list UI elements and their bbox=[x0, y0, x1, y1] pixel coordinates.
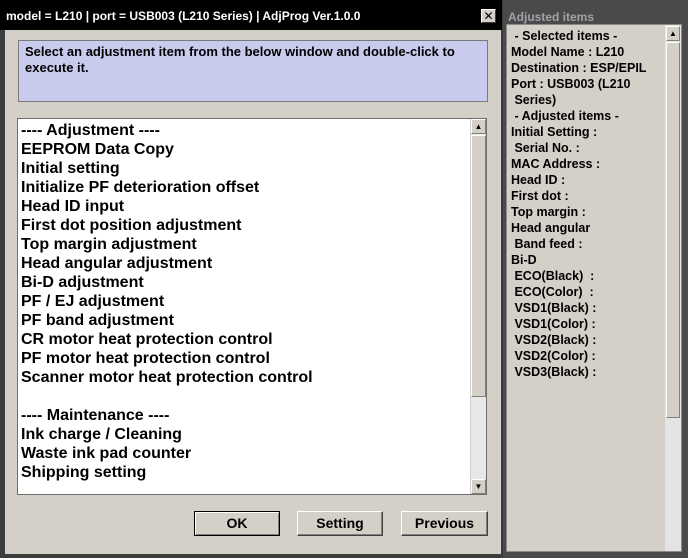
side-scroll-up-icon[interactable]: ▲ bbox=[666, 26, 680, 41]
adjusted-item-line: Top margin : bbox=[511, 205, 586, 219]
window-title: model = L210 | port = USB003 (L210 Serie… bbox=[6, 9, 361, 23]
adjusted-item-line: Serial No. : bbox=[511, 141, 580, 155]
list-item[interactable]: Scanner motor heat protection control bbox=[21, 368, 469, 387]
list-item[interactable]: First dot position adjustment bbox=[21, 216, 469, 235]
adjusted-item-line: Bi-D bbox=[511, 253, 537, 267]
adjusted-item-line: VSD1(Black) : bbox=[511, 301, 597, 315]
scroll-thumb[interactable] bbox=[471, 135, 486, 397]
adjusted-item-line: ECO(Black) : bbox=[511, 269, 595, 283]
main-client-area: Select an adjustment item from the below… bbox=[5, 30, 501, 554]
list-item[interactable]: ---- Maintenance ---- bbox=[21, 406, 469, 425]
adjusted-item-line: Initial Setting : bbox=[511, 125, 598, 139]
adjusted-item-line: Series) bbox=[511, 93, 557, 107]
adjusted-items-title: Adjusted items bbox=[508, 10, 595, 24]
adjusted-item-line: MAC Address : bbox=[511, 157, 601, 171]
setting-button[interactable]: Setting bbox=[297, 511, 383, 536]
ok-button[interactable]: OK bbox=[194, 511, 280, 536]
list-item[interactable]: ---- Adjustment ---- bbox=[21, 121, 469, 140]
list-item[interactable]: Shipping setting bbox=[21, 463, 469, 482]
list-item[interactable]: Bi-D adjustment bbox=[21, 273, 469, 292]
close-icon[interactable]: ✕ bbox=[481, 9, 496, 23]
list-item[interactable]: Initialize PF deterioration offset bbox=[21, 178, 469, 197]
adjusted-item-line: Model Name : L210 bbox=[511, 45, 625, 59]
adjusted-items-window: Adjusted items - Selected items - Model N… bbox=[503, 0, 688, 558]
side-scrollbar[interactable]: ▲ bbox=[665, 25, 681, 551]
adjustment-list[interactable]: ---- Adjustment ---- EEPROM Data Copy Init… bbox=[17, 118, 487, 495]
adjusted-items-text: - Selected items - Model Name : L210 Desti… bbox=[511, 28, 665, 380]
list-item[interactable]: Head ID input bbox=[21, 197, 469, 216]
adjusted-item-line: - Adjusted items - bbox=[511, 109, 619, 123]
adjusted-item-line: VSD3(Black) : bbox=[511, 365, 597, 379]
instruction-text: Select an adjustment item from the below… bbox=[18, 40, 488, 102]
adjusted-item-line: First dot : bbox=[511, 189, 569, 203]
scroll-up-icon[interactable]: ▲ bbox=[471, 119, 486, 134]
adjusted-item-line: Head ID : bbox=[511, 173, 566, 187]
adjprog-window: model = L210 | port = USB003 (L210 Serie… bbox=[0, 0, 502, 558]
side-scroll-thumb[interactable] bbox=[666, 42, 680, 418]
adjustment-list-items: ---- Adjustment ---- EEPROM Data Copy Init… bbox=[21, 121, 469, 482]
list-item[interactable]: Top margin adjustment bbox=[21, 235, 469, 254]
adjusted-item-line: Port : USB003 (L210 bbox=[511, 77, 631, 91]
adjusted-item-line: VSD2(Black) : bbox=[511, 333, 597, 347]
adjusted-item-line: ECO(Color) : bbox=[511, 285, 594, 299]
adjusted-item-line: VSD2(Color) : bbox=[511, 349, 596, 363]
adjusted-item-line: Destination : ESP/EPIL bbox=[511, 61, 647, 75]
adjusted-item-line: Band feed : bbox=[511, 237, 583, 251]
adjusted-item-line: Head angular bbox=[511, 221, 591, 235]
previous-button[interactable]: Previous bbox=[401, 511, 488, 536]
list-item[interactable] bbox=[21, 387, 469, 406]
list-item[interactable]: PF motor heat protection control bbox=[21, 349, 469, 368]
list-item[interactable]: PF band adjustment bbox=[21, 311, 469, 330]
list-item[interactable]: CR motor heat protection control bbox=[21, 330, 469, 349]
adjusted-item-line: - Selected items - bbox=[511, 29, 618, 43]
list-item[interactable]: PF / EJ adjustment bbox=[21, 292, 469, 311]
list-item[interactable]: Initial setting bbox=[21, 159, 469, 178]
list-scrollbar[interactable]: ▲ ▼ bbox=[470, 119, 486, 494]
scroll-down-icon[interactable]: ▼ bbox=[471, 479, 486, 494]
list-item[interactable]: Ink charge / Cleaning bbox=[21, 425, 469, 444]
list-item[interactable]: Head angular adjustment bbox=[21, 254, 469, 273]
adjusted-item-line: VSD1(Color) : bbox=[511, 317, 596, 331]
list-item[interactable]: Waste ink pad counter bbox=[21, 444, 469, 463]
title-bar[interactable]: model = L210 | port = USB003 (L210 Serie… bbox=[0, 0, 502, 30]
list-item[interactable]: EEPROM Data Copy bbox=[21, 140, 469, 159]
adjusted-items-panel: - Selected items - Model Name : L210 Desti… bbox=[506, 24, 682, 552]
